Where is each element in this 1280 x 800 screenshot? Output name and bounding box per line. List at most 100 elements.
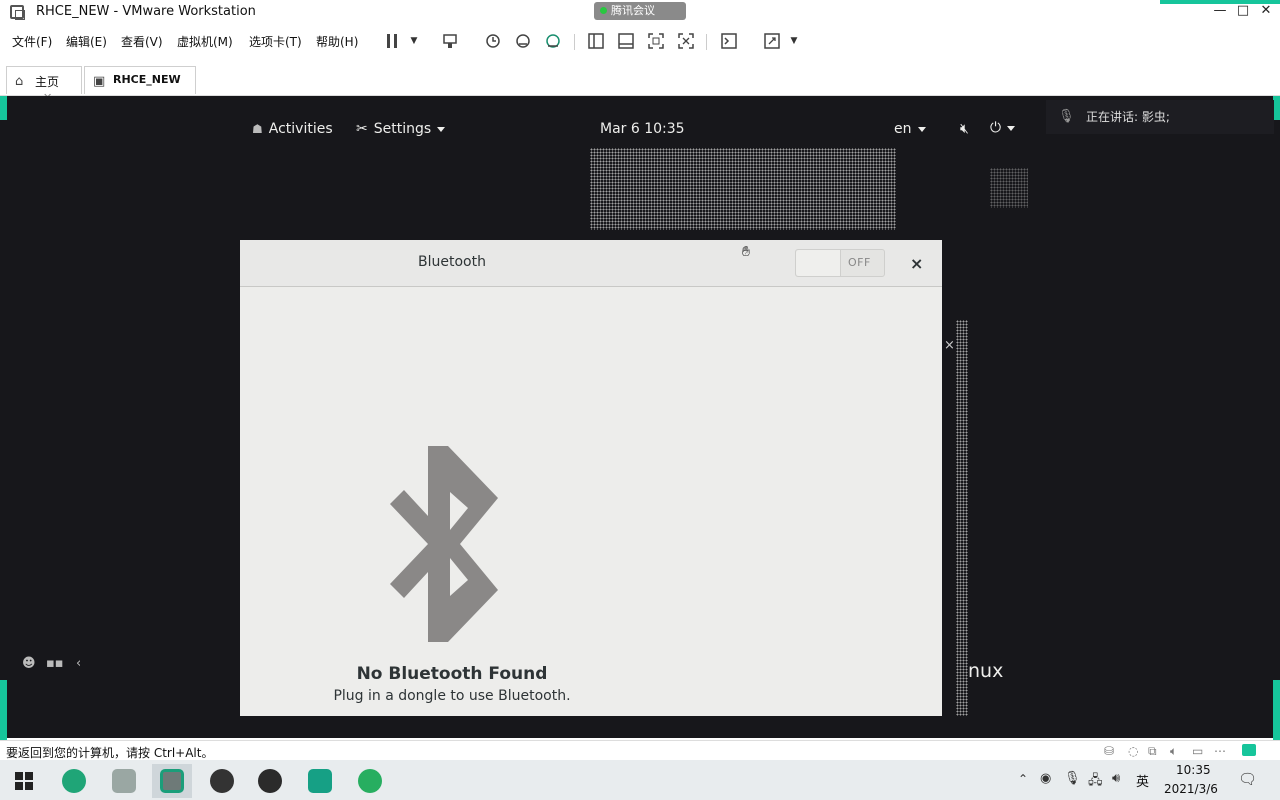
render-artifact xyxy=(990,168,1028,208)
taskbar-qq[interactable] xyxy=(250,764,290,798)
revert-snapshot-icon[interactable] xyxy=(511,30,535,52)
chevron-down-icon xyxy=(917,126,926,132)
cd-drive-icon[interactable]: ◌ xyxy=(1128,744,1138,758)
tools-icon: ✂ xyxy=(356,121,368,137)
power-icon: ⏻ xyxy=(990,120,1002,136)
taskbar-app[interactable] xyxy=(104,764,144,798)
menu-view[interactable]: 查看(V) xyxy=(121,33,163,50)
tab-home-label: 主页 xyxy=(35,75,60,89)
clock[interactable]: Mar 6 10:35 xyxy=(600,121,685,137)
windows-taskbar: ⌃ ◉ 🎙︎ 🖧︎ 🔊︎ 英 10:35 2021/3/6 🗨︎ xyxy=(0,760,1280,800)
snapshot-icon[interactable] xyxy=(481,30,505,52)
collapse-arrow-icon[interactable]: ‹ xyxy=(76,656,81,671)
toolbar-separator xyxy=(574,34,575,50)
status-hint: 要返回到您的计算机，请按 Ctrl+Alt。 xyxy=(6,746,214,760)
dialog-close-button[interactable]: × xyxy=(910,254,923,273)
chevron-down-icon xyxy=(437,126,446,132)
meeting-share-border xyxy=(0,96,7,120)
pause-icon[interactable] xyxy=(380,30,404,52)
vmware-icon xyxy=(160,769,184,793)
microphone-tray-icon[interactable]: 🎙︎ xyxy=(1064,771,1081,786)
sidebar-toggle-icon[interactable] xyxy=(584,30,608,52)
tencent-meeting-badge[interactable]: 腾讯会议 xyxy=(594,2,686,20)
send-ctrl-alt-del-icon[interactable] xyxy=(438,30,462,52)
hard-disk-icon[interactable]: ⛁ xyxy=(1104,744,1114,758)
tray-date[interactable]: 2021/3/6 xyxy=(1164,782,1218,796)
close-window-button[interactable]: ✕ xyxy=(1252,2,1280,20)
taskbar-notes[interactable] xyxy=(350,764,390,798)
empty-state-title: No Bluetooth Found xyxy=(356,664,548,684)
emoji-icon[interactable]: ☻ xyxy=(22,656,36,671)
menu-help[interactable]: 帮助(H) xyxy=(316,33,358,50)
network-adapter-icon[interactable]: ⧉ xyxy=(1148,744,1157,759)
bluetooth-dialog: Bluetooth ✋︎ OFF × No Bluetooth Found Pl… xyxy=(240,240,942,716)
vmware-status-bar: 要返回到您的计算机，请按 Ctrl+Alt。 ⛁ ◌ ⧉ 🔈︎ ▭ ⋯ xyxy=(0,740,1280,760)
power-menu[interactable]: ⏻ xyxy=(990,120,1016,136)
obs-icon xyxy=(210,769,234,793)
toggle-knob xyxy=(796,250,841,276)
tab-home[interactable]: ⌂ 主页✕ xyxy=(6,66,82,104)
pencil-app-icon xyxy=(358,769,382,793)
meeting-indicator-icon xyxy=(600,7,607,14)
ime-indicator[interactable]: 英 xyxy=(1136,771,1149,790)
volume-icon[interactable]: 🔊︎ xyxy=(1112,771,1120,786)
stretch-dropdown-icon[interactable]: ▼ xyxy=(782,30,806,52)
notification-center-icon[interactable]: 🗨︎ xyxy=(1238,770,1257,788)
home-icon: ⌂ xyxy=(15,74,24,89)
windows-logo-icon xyxy=(15,772,33,790)
tab-vm-label: RHCE_NEW xyxy=(113,73,181,86)
taskbar-edge[interactable] xyxy=(54,764,94,798)
taskbar-obs[interactable] xyxy=(202,764,242,798)
fullscreen-icon[interactable] xyxy=(644,30,668,52)
window-titlebar: RHCE_NEW - VMware Workstation 腾讯会议 — □ ✕ xyxy=(0,0,1280,24)
tray-time[interactable]: 10:35 xyxy=(1176,763,1211,777)
more-devices-icon[interactable]: ⋯ xyxy=(1214,744,1226,758)
empty-state-subtitle: Plug in a dongle to use Bluetooth. xyxy=(333,688,571,704)
taskbar-meeting[interactable] xyxy=(300,764,340,798)
record-icon[interactable]: ◉ xyxy=(1040,771,1051,786)
volume-muted-icon[interactable]: 🔇︎ xyxy=(960,121,969,137)
tray-overflow-icon[interactable]: ⌃ xyxy=(1018,772,1028,786)
qq-penguin-icon xyxy=(258,769,282,793)
edge-browser-icon xyxy=(62,769,86,793)
menu-file[interactable]: 文件(F) xyxy=(12,33,52,50)
activities-button[interactable]: ☗ Activities xyxy=(252,121,333,137)
bluetooth-icon xyxy=(390,446,498,642)
window-title: RHCE_NEW - VMware Workstation xyxy=(36,4,256,19)
menu-edit[interactable]: 编辑(E) xyxy=(66,33,107,50)
pause-dropdown-icon[interactable]: ▼ xyxy=(402,30,426,52)
meeting-speaker-overlay: 🎙︎ 正在讲话: 影虫; xyxy=(1046,100,1274,134)
taskbar-vmware[interactable] xyxy=(152,764,192,798)
close-icon[interactable]: × xyxy=(944,338,955,353)
bluetooth-toggle-switch[interactable]: OFF xyxy=(795,249,885,277)
toolbar-separator xyxy=(706,34,707,50)
sound-card-icon[interactable]: 🔈︎ xyxy=(1170,744,1177,759)
tab-bar: ⌂ 主页✕ ▣ RHCE_NEW xyxy=(0,62,1280,104)
activities-label: Activities xyxy=(268,121,333,137)
meeting-share-border xyxy=(1160,0,1280,4)
settings-app-menu[interactable]: ✂ Settings xyxy=(356,121,446,137)
meeting-share-border xyxy=(1273,680,1280,740)
render-artifact xyxy=(956,320,968,716)
start-button[interactable] xyxy=(4,764,44,798)
language-label: en xyxy=(894,121,912,137)
meeting-share-border xyxy=(1273,96,1280,120)
hand-cursor-icon: ✋︎ xyxy=(742,244,750,260)
menu-tabs[interactable]: 选项卡(T) xyxy=(249,33,302,50)
tab-rhce-new[interactable]: ▣ RHCE_NEW xyxy=(84,66,196,94)
vm-icon: ▣ xyxy=(93,74,106,89)
snapshot-manager-icon[interactable] xyxy=(541,30,565,52)
input-language-menu[interactable]: en xyxy=(894,121,926,137)
terminal-app-icon xyxy=(112,769,136,793)
thumbnail-bar-icon[interactable] xyxy=(614,30,638,52)
network-icon[interactable]: 🖧︎ xyxy=(1088,771,1103,793)
message-log-icon[interactable] xyxy=(1242,744,1256,756)
stretch-guest-icon[interactable] xyxy=(760,30,784,52)
background-os-text: nux xyxy=(968,660,1004,682)
unity-mode-icon[interactable] xyxy=(674,30,698,52)
display-icon[interactable]: ▭ xyxy=(1192,744,1203,758)
menu-vm[interactable]: 虚拟机(M) xyxy=(177,33,233,50)
chat-icon[interactable]: ▪▪ xyxy=(46,656,64,671)
console-view-icon[interactable] xyxy=(717,30,741,52)
menu-bar: 文件(F) 编辑(E) 查看(V) 虚拟机(M) 选项卡(T) 帮助(H) ▼ … xyxy=(0,24,1280,58)
